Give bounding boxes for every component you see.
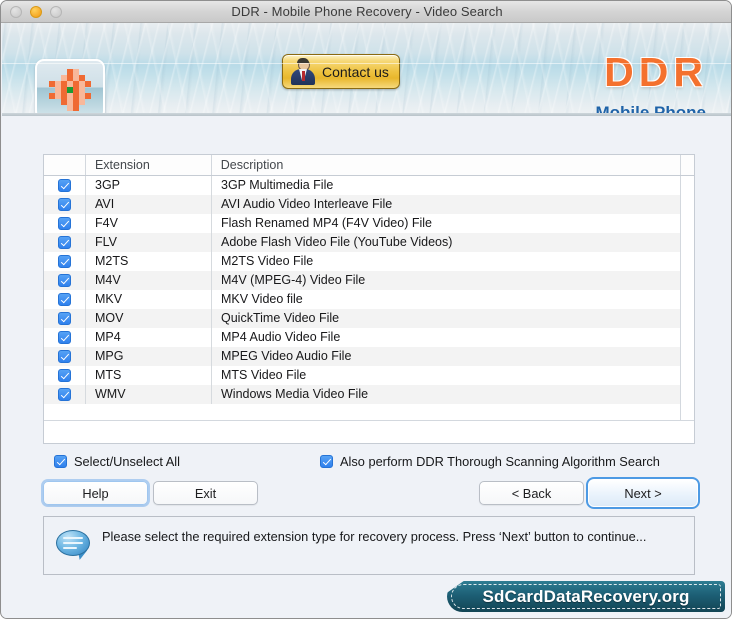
row-checkbox[interactable] <box>58 312 71 325</box>
row-checkbox-cell[interactable] <box>44 195 86 214</box>
column-header-spacer <box>680 155 694 175</box>
table-row[interactable]: MKV MKV Video file <box>44 290 694 309</box>
row-description: Windows Media Video File <box>221 387 369 401</box>
select-all-checkbox[interactable] <box>54 455 67 468</box>
application-window: DDR - Mobile Phone Recovery - Video Sear… <box>0 0 732 619</box>
title-bar: DDR - Mobile Phone Recovery - Video Sear… <box>1 1 731 23</box>
contact-us-button[interactable]: Contact us <box>282 54 400 89</box>
row-checkbox[interactable] <box>58 331 71 344</box>
column-header-checkbox <box>44 155 86 175</box>
status-message: Please select the required extension typ… <box>102 529 647 544</box>
table-row[interactable]: WMV Windows Media Video File <box>44 385 694 404</box>
watermark-banner: SdCardDataRecovery.org <box>447 581 725 612</box>
main-content: Extension Description 3GP 3GP Multimedia … <box>2 116 731 618</box>
row-checkbox-cell[interactable] <box>44 347 86 366</box>
table-row[interactable]: F4V Flash Renamed MP4 (F4V Video) File <box>44 214 694 233</box>
table-row[interactable]: MPG MPEG Video Audio File <box>44 347 694 366</box>
watermark-text: SdCardDataRecovery.org <box>482 586 690 606</box>
row-checkbox-cell[interactable] <box>44 309 86 328</box>
table-row[interactable]: AVI AVI Audio Video Interleave File <box>44 195 694 214</box>
select-all-option[interactable]: Select/Unselect All <box>54 454 180 469</box>
row-checkbox-cell[interactable] <box>44 176 86 195</box>
row-extension: MPG <box>86 347 212 366</box>
row-checkbox-cell[interactable] <box>44 214 86 233</box>
row-checkbox-cell[interactable] <box>44 252 86 271</box>
row-extension: MKV <box>86 290 212 309</box>
brand-logo: DDR <box>604 49 708 95</box>
contact-us-label: Contact us <box>322 63 389 80</box>
window-title: DDR - Mobile Phone Recovery - Video Sear… <box>231 4 503 19</box>
thorough-scan-option[interactable]: Also perform DDR Thorough Scanning Algor… <box>320 454 660 469</box>
row-description: MKV Video file <box>221 292 303 306</box>
header-banner: Contact us DDR Mobile Phone <box>2 23 731 115</box>
row-extension: AVI <box>86 195 212 214</box>
row-checkbox[interactable] <box>58 217 71 230</box>
row-checkbox-cell[interactable] <box>44 290 86 309</box>
row-description: 3GP Multimedia File <box>221 178 334 192</box>
row-extension: 3GP <box>86 176 212 195</box>
row-description: Flash Renamed MP4 (F4V Video) File <box>221 216 432 230</box>
status-panel: Please select the required extension typ… <box>43 516 695 575</box>
row-extension: M4V <box>86 271 212 290</box>
row-checkbox[interactable] <box>58 388 71 401</box>
row-checkbox[interactable] <box>58 350 71 363</box>
row-extension: MTS <box>86 366 212 385</box>
table-row[interactable]: 3GP 3GP Multimedia File <box>44 176 694 195</box>
row-description: AVI Audio Video Interleave File <box>221 197 393 211</box>
row-checkbox-cell[interactable] <box>44 366 86 385</box>
column-header-description: Description <box>220 158 284 172</box>
exit-button[interactable]: Exit <box>153 481 258 505</box>
column-header-extension: Extension <box>86 155 212 175</box>
table-row[interactable]: MTS MTS Video File <box>44 366 694 385</box>
row-checkbox[interactable] <box>58 293 71 306</box>
speech-bubble-icon <box>56 530 90 562</box>
row-description: M2TS Video File <box>221 254 314 268</box>
checkered-flower-icon <box>47 68 93 111</box>
row-extension: MOV <box>86 309 212 328</box>
row-extension: FLV <box>86 233 212 252</box>
table-body: 3GP 3GP Multimedia File AVI AVI Audio Video… <box>44 176 694 443</box>
row-checkbox[interactable] <box>58 179 71 192</box>
row-description: MP4 Audio Video File <box>221 330 341 344</box>
row-description: MPEG Video Audio File <box>221 349 352 363</box>
extension-table: Extension Description 3GP 3GP Multimedia … <box>43 154 695 444</box>
row-checkbox[interactable] <box>58 236 71 249</box>
row-extension: WMV <box>86 385 212 404</box>
table-scrollbar[interactable] <box>680 176 694 443</box>
table-row[interactable]: M2TS M2TS Video File <box>44 252 694 271</box>
row-checkbox[interactable] <box>58 369 71 382</box>
row-checkbox-cell[interactable] <box>44 271 86 290</box>
table-row[interactable]: MOV QuickTime Video File <box>44 309 694 328</box>
row-extension: M2TS <box>86 252 212 271</box>
table-row[interactable]: MP4 MP4 Audio Video File <box>44 328 694 347</box>
next-button[interactable]: Next > <box>586 477 700 509</box>
back-button[interactable]: < Back <box>479 481 584 505</box>
row-checkbox-cell[interactable] <box>44 385 86 404</box>
select-all-label: Select/Unselect All <box>74 454 180 469</box>
row-checkbox[interactable] <box>58 255 71 268</box>
table-header-row: Extension Description <box>44 155 694 176</box>
help-button[interactable]: Help <box>43 481 148 505</box>
row-description: M4V (MPEG-4) Video File <box>221 273 366 287</box>
table-row[interactable]: FLV Adobe Flash Video File (YouTube Video… <box>44 233 694 252</box>
thorough-scan-checkbox[interactable] <box>320 455 333 468</box>
row-checkbox-cell[interactable] <box>44 233 86 252</box>
row-extension: F4V <box>86 214 212 233</box>
table-row[interactable]: M4V M4V (MPEG-4) Video File <box>44 271 694 290</box>
row-checkbox[interactable] <box>58 274 71 287</box>
row-checkbox-cell[interactable] <box>44 328 86 347</box>
person-icon <box>290 58 316 85</box>
row-extension: MP4 <box>86 328 212 347</box>
row-description: MTS Video File <box>221 368 307 382</box>
row-description: QuickTime Video File <box>221 311 340 325</box>
table-footer-strip <box>44 420 694 443</box>
row-description: Adobe Flash Video File (YouTube Videos) <box>221 235 453 249</box>
row-checkbox[interactable] <box>58 198 71 211</box>
thorough-scan-label: Also perform DDR Thorough Scanning Algor… <box>340 454 660 469</box>
app-icon-tile <box>35 59 105 115</box>
